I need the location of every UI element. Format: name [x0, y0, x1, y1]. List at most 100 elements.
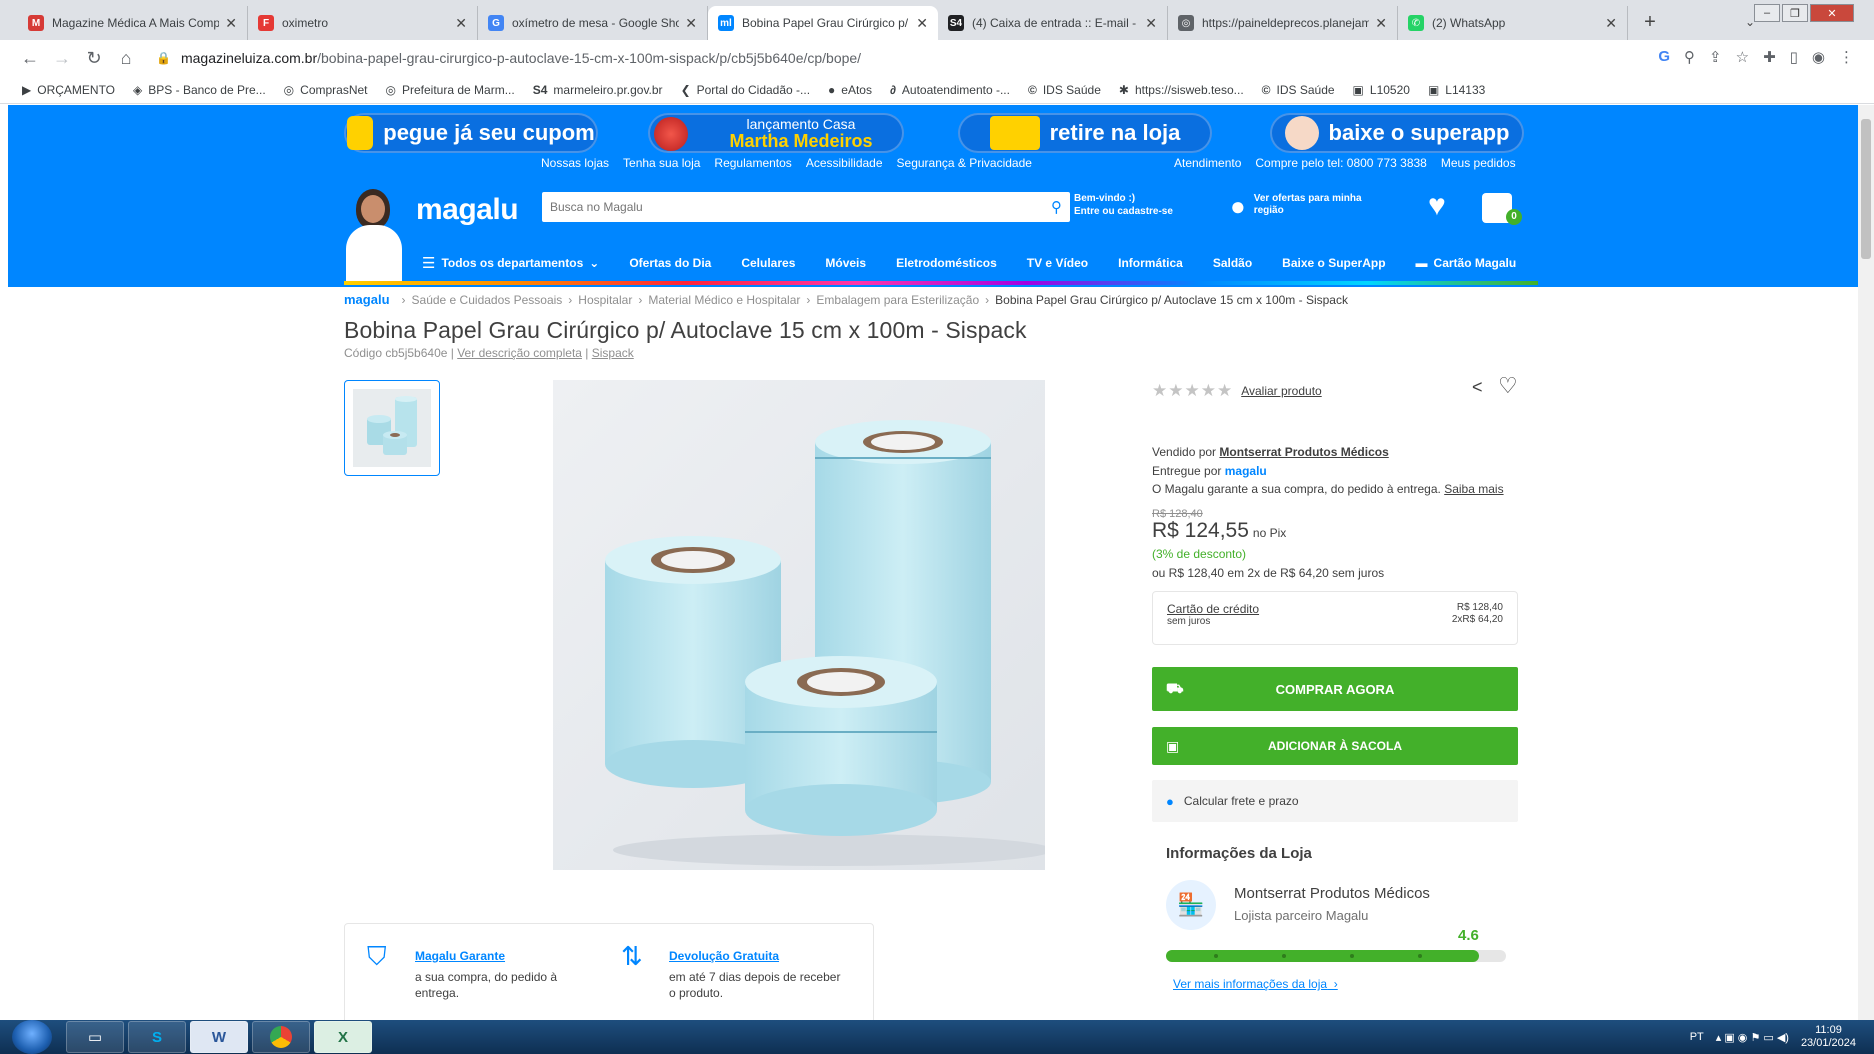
top-link[interactable]: Acessibilidade	[806, 156, 883, 170]
top-link[interactable]: Tenha sua loja	[623, 156, 700, 170]
browser-tab[interactable]: Goxímetro de mesa - Google Shopping ✕	[478, 6, 708, 40]
browser-tab[interactable]: ml Bobina Papel Grau Cirúrgico p/ Autocla…	[708, 6, 938, 40]
share-icon[interactable]: <	[1472, 377, 1483, 398]
add-to-bag-button[interactable]: ▣ ADICIONAR À SACOLA	[1152, 727, 1518, 765]
side-panel-icon[interactable]: ▯	[1790, 48, 1798, 66]
bookmark-item[interactable]: ∂ Autoatendimento -...	[890, 83, 1010, 97]
pickup-banner[interactable]: retire na loja	[958, 113, 1212, 153]
top-link[interactable]: Regulamentos	[714, 156, 791, 170]
maximize-button[interactable]: ❐	[1782, 4, 1808, 22]
product-thumbnail[interactable]	[344, 380, 440, 476]
home-icon[interactable]: ⌂	[112, 48, 140, 69]
top-link[interactable]: Nossas lojas	[541, 156, 609, 170]
login-link[interactable]: Bem-vindo :) Entre ou cadastre-se	[1074, 192, 1173, 218]
martha-banner[interactable]: lançamento Casa Martha Medeiros	[648, 113, 904, 153]
file-explorer-icon[interactable]: ▭	[66, 1021, 124, 1053]
cart-bag-icon[interactable]: 0	[1482, 187, 1522, 225]
superapp-banner[interactable]: baixe o superapp	[1270, 113, 1524, 153]
breadcrumb-item[interactable]: Material Médico e Hospitalar	[648, 293, 800, 307]
category-nav-item[interactable]: Ofertas do Dia	[629, 256, 711, 270]
zoom-icon[interactable]: ⚲	[1684, 48, 1695, 66]
category-nav-item[interactable]: Baixe o SuperApp	[1282, 256, 1385, 270]
close-tab-icon[interactable]: ✕	[455, 15, 467, 32]
bookmark-item[interactable]: ● eAtos	[828, 83, 872, 97]
extensions-icon[interactable]: ✚	[1763, 48, 1776, 66]
back-icon[interactable]: ←	[16, 48, 44, 69]
breadcrumb-item[interactable]: Embalagem para Esterilização	[816, 293, 979, 307]
scrollbar-thumb[interactable]	[1861, 119, 1871, 259]
reload-icon[interactable]: ↻	[80, 48, 108, 69]
bookmark-item[interactable]: ✱ https://sisweb.teso...	[1119, 83, 1244, 97]
bookmark-item[interactable]: © IDS Saúde	[1262, 83, 1335, 97]
bookmark-item[interactable]: ◎ ComprasNet	[284, 83, 368, 97]
learn-more-link[interactable]: Saiba mais	[1444, 482, 1503, 496]
bookmark-item[interactable]: ◎ Prefeitura de Marm...	[386, 83, 515, 97]
product-main-image[interactable]	[553, 380, 1045, 870]
bookmark-item[interactable]: S4 marmeleiro.pr.gov.br	[533, 83, 663, 97]
category-nav-item[interactable]: TV e Vídeo	[1027, 256, 1088, 270]
browser-tab[interactable]: M Magazine Médica A Mais Completa ✕	[18, 6, 248, 40]
browser-tab[interactable]: S4 (4) Caixa de entrada :: E-mail - m ✕	[938, 6, 1168, 40]
skype-icon[interactable]: S	[128, 1021, 186, 1053]
minimize-button[interactable]: –	[1754, 4, 1780, 22]
coupon-banner[interactable]: pegue já seu cupom	[344, 113, 598, 153]
brand-link[interactable]: Sispack	[592, 346, 634, 360]
word-icon[interactable]: W	[190, 1021, 248, 1053]
top-link[interactable]: Segurança & Privacidade	[897, 156, 1032, 170]
category-nav-item[interactable]: Celulares	[741, 256, 795, 270]
wishlist-heart-icon[interactable]: ♥	[1428, 189, 1446, 223]
payment-option-box[interactable]: Cartão de crédito sem juros R$ 128,40 2x…	[1152, 591, 1518, 645]
buy-now-button[interactable]: ⛟ COMPRAR AGORA	[1152, 667, 1518, 711]
bookmark-item[interactable]: © IDS Saúde	[1028, 83, 1101, 97]
new-tab-button[interactable]: +	[1636, 8, 1664, 36]
favorite-heart-icon[interactable]: ♡	[1498, 373, 1518, 399]
free-return-link[interactable]: Devolução Gratuita	[669, 948, 840, 964]
browser-tab[interactable]: ◎ https://paineldeprecos.planejamento ✕	[1168, 6, 1398, 40]
full-description-link[interactable]: Ver descrição completa	[457, 346, 582, 360]
bookmark-item[interactable]: ❮ Portal do Cidadão -...	[681, 83, 810, 97]
close-tab-icon[interactable]: ✕	[685, 15, 697, 32]
close-tab-icon[interactable]: ✕	[1145, 15, 1157, 32]
clock[interactable]: 11:09 23/01/2024	[1801, 1024, 1856, 1050]
close-tab-icon[interactable]: ✕	[1605, 15, 1617, 32]
bookmark-star-icon[interactable]: ☆	[1736, 48, 1749, 66]
region-offers-link[interactable]: ● Ver ofertas para minha região	[1230, 193, 1362, 219]
category-nav-item[interactable]: Informática	[1118, 256, 1183, 270]
bookmark-item[interactable]: ◈ BPS - Banco de Pre...	[133, 83, 266, 97]
category-nav-item[interactable]: Móveis	[825, 256, 866, 270]
magalu-guarantee-link[interactable]: Magalu Garante	[415, 948, 557, 964]
close-tab-icon[interactable]: ✕	[916, 15, 928, 32]
close-window-button[interactable]: ✕	[1810, 4, 1854, 22]
forward-icon[interactable]: →	[48, 48, 76, 69]
google-icon[interactable]: G	[1658, 48, 1670, 66]
breadcrumb-item[interactable]: Hospitalar	[578, 293, 632, 307]
language-indicator[interactable]: PT	[1690, 1031, 1704, 1043]
browser-tab[interactable]: Foximetro ✕	[248, 6, 478, 40]
bookmark-item[interactable]: ▶ ORÇAMENTO	[22, 83, 115, 97]
top-link[interactable]: Meus pedidos	[1441, 156, 1516, 170]
calculate-freight-button[interactable]: ● Calcular frete e prazo	[1152, 780, 1518, 822]
seller-link[interactable]: Montserrat Produtos Médicos	[1219, 445, 1388, 459]
category-nav-item[interactable]: Eletrodomésticos	[896, 256, 997, 270]
category-nav-item[interactable]: ☰ Todos os departamentos ⌄	[422, 254, 599, 272]
top-link[interactable]: Compre pelo tel: 0800 773 3838	[1255, 156, 1426, 170]
rate-product-link[interactable]: Avaliar produto	[1241, 384, 1322, 398]
page-scrollbar[interactable]	[1858, 105, 1874, 1020]
close-tab-icon[interactable]: ✕	[1375, 15, 1387, 32]
start-button[interactable]	[12, 1020, 52, 1054]
excel-icon[interactable]: X	[314, 1021, 372, 1053]
breadcrumb-item[interactable]: Saúde e Cuidados Pessoais	[412, 293, 563, 307]
menu-icon[interactable]: ⋮	[1839, 48, 1854, 66]
breadcrumb-logo[interactable]: magalu	[344, 292, 390, 307]
tray-icons[interactable]: ▴ ▣ ◉ ⚑ ▭ ◀)	[1716, 1031, 1789, 1044]
category-nav-item[interactable]: ▬ Cartão Magalu	[1416, 256, 1517, 270]
top-link[interactable]: Atendimento	[1174, 156, 1241, 170]
bookmark-item[interactable]: ▣ L14133	[1428, 83, 1485, 97]
search-input[interactable]	[550, 200, 1051, 214]
share-page-icon[interactable]: ⇪	[1709, 48, 1722, 66]
chrome-icon[interactable]	[252, 1021, 310, 1053]
browser-tab[interactable]: ✆ (2) WhatsApp ✕	[1398, 6, 1628, 40]
category-nav-item[interactable]: Saldão	[1213, 256, 1252, 270]
url-field[interactable]: 🔒 magazineluiza.com.br/bobina-papel-grau…	[156, 50, 861, 66]
more-store-info-link[interactable]: Ver mais informações da loja ›	[1173, 977, 1338, 991]
